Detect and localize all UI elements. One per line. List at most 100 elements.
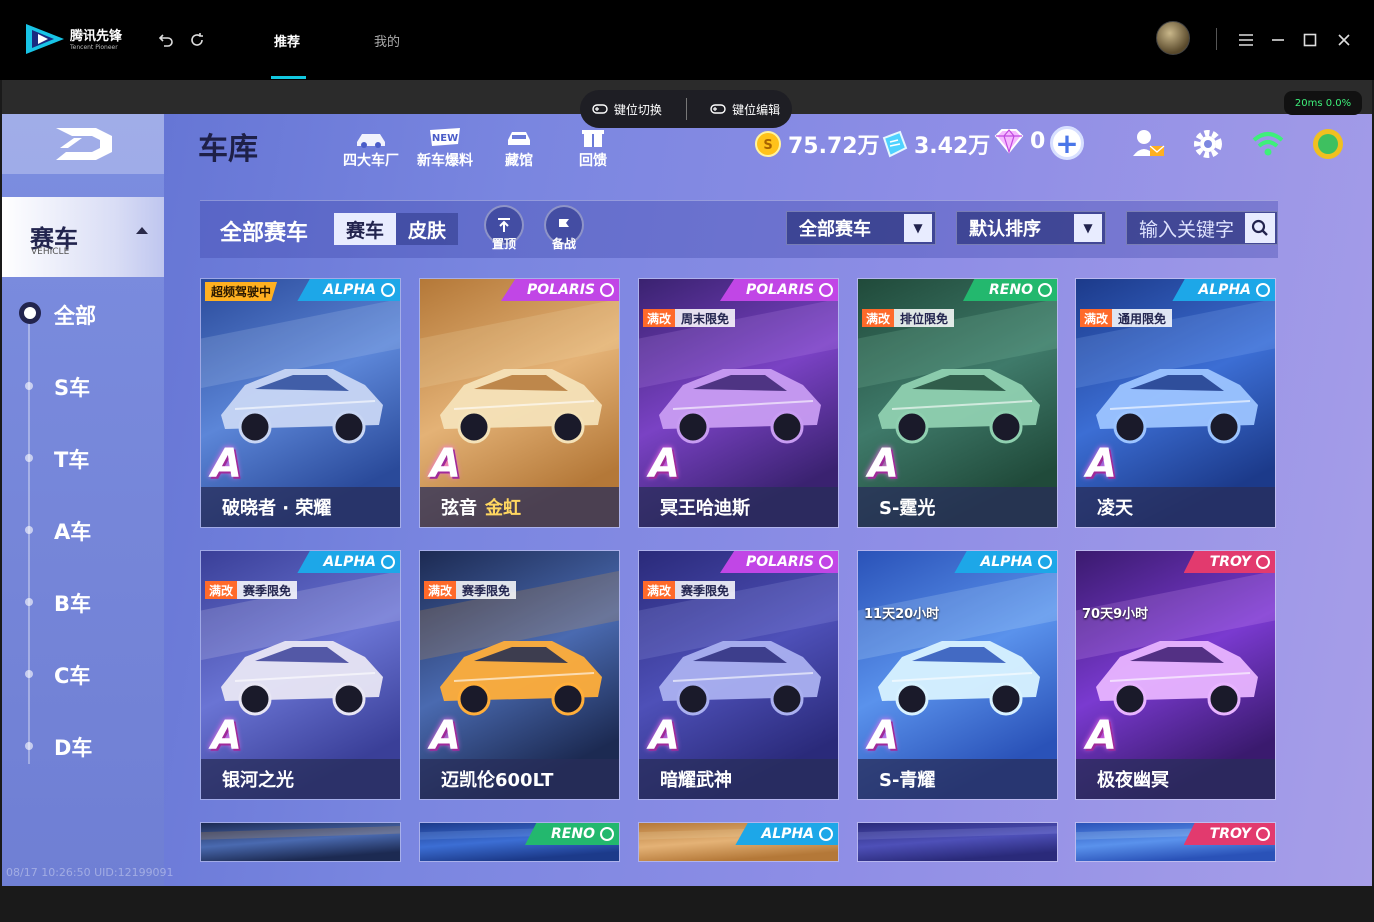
car-card[interactable]: TROY 70天9小时 A 极夜幽冥 — [1075, 550, 1276, 800]
nav-new-cars[interactable]: NEW 新车爆料 — [410, 126, 480, 170]
car-card[interactable]: ALPHA 满改 赛季限免 A 银河之光 — [200, 550, 401, 800]
car-name: S-青耀 — [858, 759, 1057, 799]
car-image — [1096, 369, 1258, 444]
tab-recommend[interactable]: 推荐 — [274, 31, 300, 50]
user-avatar[interactable] — [1156, 21, 1190, 55]
brand-name: 腾讯先锋 Tencent Pioneer — [70, 29, 123, 52]
car-card-partial[interactable]: RENO — [419, 822, 620, 862]
promo-badges: 满改 通用限免 — [1080, 309, 1173, 327]
car-grade: A — [1086, 441, 1117, 487]
key-switch-button[interactable]: 键位切换 — [592, 101, 662, 118]
sidebar-item-all[interactable]: 全部 — [54, 300, 96, 330]
menu-icon[interactable] — [1236, 30, 1256, 50]
car-card-partial[interactable]: TROY — [1075, 822, 1276, 862]
car-card[interactable]: POLARIS 满改 赛季限免 A 暗耀武神 — [638, 550, 839, 800]
brand-emblem-icon — [1038, 283, 1052, 297]
factory-car-icon — [357, 134, 385, 148]
car-name: 冥王哈迪斯 — [639, 487, 838, 527]
sort-dropdown[interactable]: 默认排序 ▼ — [956, 211, 1106, 245]
nav-four-factories[interactable]: 四大车厂 — [336, 126, 406, 170]
active-tab-indicator — [271, 76, 306, 79]
session-watermark: 08/17 10:26:50 UID:12199091 — [6, 866, 174, 879]
friends-mail-icon[interactable] — [1130, 126, 1166, 162]
tab-mine[interactable]: 我的 — [374, 31, 400, 50]
tencent-pioneer-logo — [26, 24, 64, 54]
max-mod-badge: 满改 — [643, 581, 676, 599]
car-name: 弦音 金虹 — [420, 487, 619, 527]
sidebar-item-a[interactable]: A车 — [54, 516, 91, 546]
gift-icon — [582, 130, 604, 147]
car-card[interactable]: ALPHA 满改 通用限免 A 凌天 — [1075, 278, 1276, 528]
segment-cars[interactable]: 赛车 — [334, 213, 396, 245]
page-title: 车库 — [198, 132, 258, 167]
garage-icon — [508, 132, 530, 145]
search-input[interactable]: 输入关键字 — [1126, 211, 1278, 245]
segment-skins[interactable]: 皮肤 — [396, 213, 458, 245]
minimize-icon[interactable] — [1268, 30, 1288, 50]
gem-balance: 3.42万 — [880, 128, 990, 160]
car-card-partial[interactable] — [857, 822, 1058, 862]
sidebar-dot — [25, 382, 33, 390]
sidebar-item-t[interactable]: T车 — [54, 444, 89, 474]
nav-rewards[interactable]: 回馈 — [558, 126, 628, 170]
pin-button[interactable]: 置顶 — [482, 205, 526, 253]
sidebar-item-c[interactable]: C车 — [54, 660, 90, 690]
sidebar-item-s[interactable]: S车 — [54, 372, 90, 402]
chevron-down-icon: ▼ — [1074, 214, 1102, 242]
brand-tag: RENO — [525, 823, 619, 845]
brand-tag: ALPHA — [297, 551, 400, 573]
car-name: 暗耀武神 — [639, 759, 838, 799]
car-card[interactable]: ALPHA 超频驾驶中 A 破晓者 · 荣耀 — [200, 278, 401, 528]
car-card[interactable]: 满改 赛季限免 A 迈凯伦600LT — [419, 550, 620, 800]
nav-collection[interactable]: 藏馆 — [484, 126, 554, 170]
app-titlebar: 腾讯先锋 Tencent Pioneer 推荐 我的 — [0, 0, 1374, 80]
car-card[interactable]: ALPHA 11天20小时 A S-青耀 — [857, 550, 1058, 800]
chevron-down-icon: ▼ — [904, 214, 932, 242]
search-icon[interactable] — [1245, 213, 1275, 243]
brand-tag: ALPHA — [954, 551, 1057, 573]
key-edit-button[interactable]: 键位编辑 — [710, 101, 780, 118]
gamepad-icon — [592, 104, 608, 114]
vehicle-filter-dropdown[interactable]: 全部赛车 ▼ — [786, 211, 936, 245]
close-icon[interactable] — [1334, 30, 1354, 50]
collapse-caret-icon[interactable] — [136, 227, 148, 234]
max-mod-badge: 满改 — [424, 581, 457, 599]
player-level-icon[interactable] — [1310, 126, 1346, 162]
promo-badges: 满改 赛季限免 — [643, 581, 736, 599]
refresh-icon[interactable] — [187, 30, 207, 50]
car-card[interactable]: POLARIS A 弦音 金虹 — [419, 278, 620, 528]
sidebar-track — [28, 304, 30, 764]
back-icon[interactable] — [156, 30, 176, 50]
maximize-icon[interactable] — [1300, 30, 1320, 50]
sidebar-dot — [25, 526, 33, 534]
brand-emblem-icon — [819, 827, 833, 841]
car-card-partial[interactable]: ALPHA — [638, 822, 839, 862]
prepare-button[interactable]: 备战 — [542, 205, 586, 253]
svg-text:S: S — [763, 138, 772, 153]
car-image — [878, 641, 1040, 716]
card-background — [858, 823, 1057, 861]
car-grade: A — [649, 441, 680, 487]
time-remaining: 70天9小时 — [1082, 607, 1149, 622]
car-card-partial[interactable] — [200, 822, 401, 862]
new-badge-icon: NEW — [430, 128, 460, 146]
coin-balance: S 75.72万 — [754, 128, 880, 160]
category-header[interactable]: 赛车 VEHICLE — [2, 197, 164, 277]
add-currency-button[interactable]: + — [1050, 126, 1084, 160]
car-card[interactable]: POLARIS 满改 周末限免 A 冥王哈迪斯 — [638, 278, 839, 528]
free-trial-badge: 周末限免 — [675, 309, 736, 327]
sidebar-item-b[interactable]: B车 — [54, 588, 91, 618]
card-background — [201, 823, 400, 861]
car-grade: A — [1086, 713, 1117, 759]
car-grade: A — [211, 713, 242, 759]
settings-gear-icon[interactable] — [1190, 126, 1226, 162]
max-mod-badge: 满改 — [862, 309, 895, 327]
car-image — [878, 369, 1040, 444]
sidebar-dot-active — [19, 302, 41, 324]
car-image — [659, 369, 821, 444]
sidebar-item-d[interactable]: D车 — [54, 732, 92, 762]
car-name: 极夜幽冥 — [1076, 759, 1275, 799]
car-card[interactable]: RENO 满改 排位限免 A S-霆光 — [857, 278, 1058, 528]
brand-emblem-icon — [600, 283, 614, 297]
free-trial-badge: 赛季限免 — [675, 581, 736, 599]
